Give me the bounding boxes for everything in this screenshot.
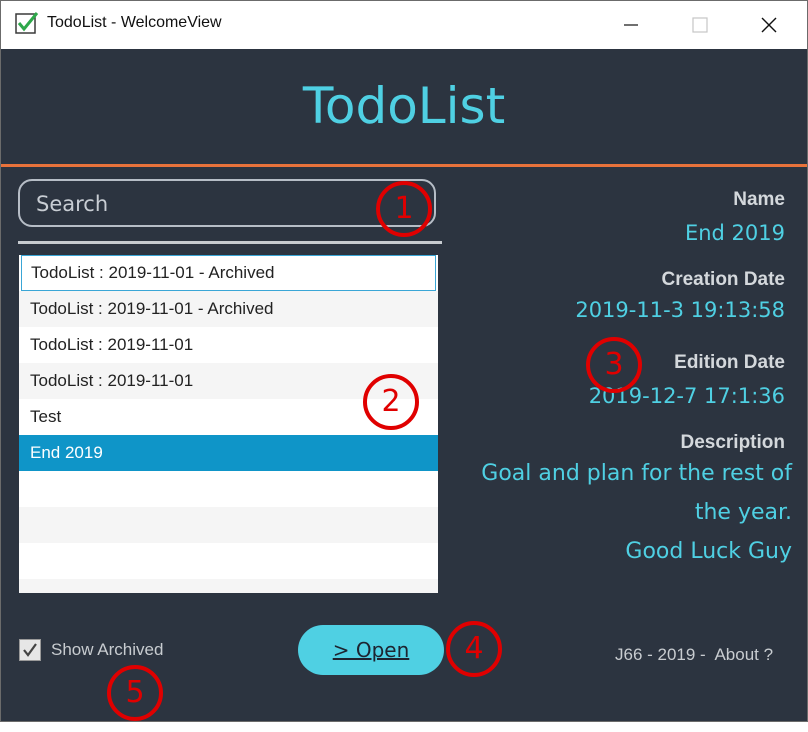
app-title: TodoList bbox=[302, 77, 506, 135]
list-item[interactable]: TodoList : 2019-11-01 - Archived bbox=[21, 255, 436, 291]
header-divider bbox=[1, 164, 807, 167]
description-line-2: the year. bbox=[694, 500, 792, 525]
annotation-marker-3: 3 bbox=[586, 337, 642, 393]
footer-credit: J66 - 2019 - About ? bbox=[615, 645, 773, 665]
check-icon bbox=[23, 643, 37, 657]
app-window: TodoList - WelcomeView TodoList TodoList… bbox=[0, 0, 808, 722]
annotation-marker-4: 4 bbox=[446, 621, 502, 677]
open-button[interactable]: > Open bbox=[298, 625, 444, 675]
empty-list-row bbox=[19, 543, 438, 579]
search-field[interactable] bbox=[18, 179, 436, 227]
empty-list-row bbox=[19, 579, 438, 593]
main-content: TodoList TodoList : 2019-11-01 - Archive… bbox=[1, 49, 807, 721]
title-bar[interactable]: TodoList - WelcomeView bbox=[1, 1, 807, 49]
list-item[interactable]: TodoList : 2019-11-01 bbox=[19, 327, 438, 363]
close-button[interactable] bbox=[746, 1, 792, 49]
maximize-button[interactable] bbox=[677, 1, 723, 49]
minimize-button[interactable] bbox=[608, 1, 654, 49]
description-line-1: Goal and plan for the rest of bbox=[481, 461, 792, 486]
empty-list-row bbox=[19, 471, 438, 507]
description-label: Description bbox=[680, 432, 785, 453]
empty-list-row bbox=[19, 507, 438, 543]
annotation-marker-5: 5 bbox=[107, 665, 163, 721]
annotation-marker-2: 2 bbox=[363, 374, 419, 430]
creation-date-value: 2019-11-3 19:13:58 bbox=[575, 298, 785, 322]
minimize-icon bbox=[624, 24, 638, 26]
annotation-marker-1: 1 bbox=[376, 181, 432, 237]
checkmark-icon bbox=[15, 11, 39, 35]
description-line-3: Good Luck Guy bbox=[625, 539, 792, 564]
search-underline bbox=[18, 241, 442, 244]
search-input[interactable] bbox=[34, 190, 368, 218]
credit-text: J66 - 2019 - bbox=[615, 645, 706, 664]
name-value: End 2019 bbox=[684, 221, 785, 245]
maximize-icon bbox=[692, 17, 708, 33]
close-icon bbox=[761, 17, 777, 33]
show-archived-checkbox[interactable] bbox=[19, 639, 41, 661]
list-item[interactable]: TodoList : 2019-11-01 - Archived bbox=[19, 291, 438, 327]
show-archived-label: Show Archived bbox=[51, 640, 164, 659]
window-title: TodoList - WelcomeView bbox=[47, 14, 222, 31]
name-label: Name bbox=[733, 189, 785, 210]
list-item[interactable]: End 2019 bbox=[19, 435, 438, 471]
creation-date-label: Creation Date bbox=[661, 269, 785, 290]
about-link[interactable]: About ? bbox=[714, 645, 773, 664]
